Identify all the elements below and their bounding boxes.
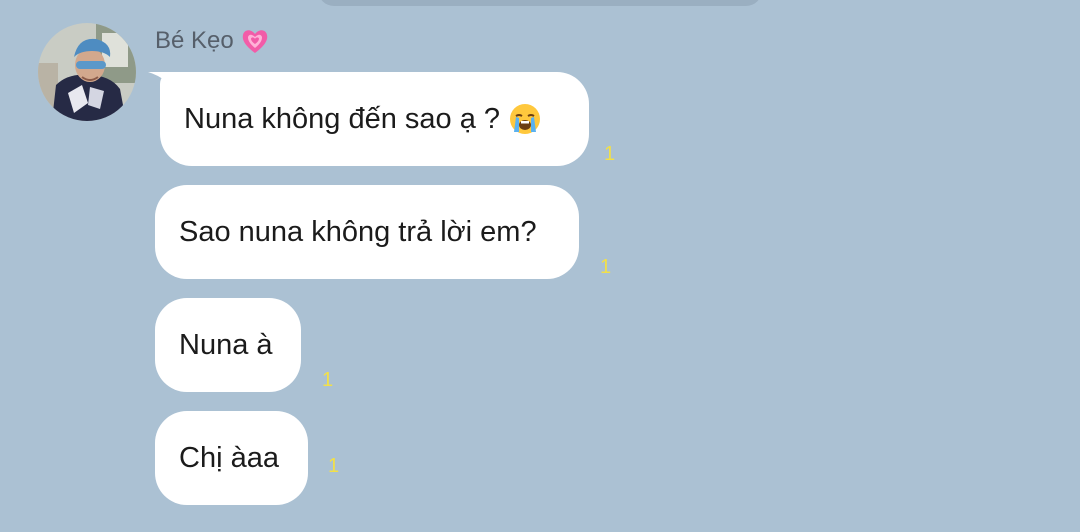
sender-name-row: Bé Kẹo [155, 26, 270, 56]
message-text: Chị àaa [179, 441, 279, 474]
message-text: Nuna không đến sao ạ ? [184, 102, 501, 135]
message-bubble[interactable]: Sao nuna không trả lời em? [155, 185, 579, 279]
sender-name: Bé Kẹo [155, 27, 234, 54]
avatar-photo [38, 23, 136, 121]
loudly-crying-face-icon [508, 102, 542, 136]
sender-avatar[interactable] [38, 23, 136, 121]
message-text: Sao nuna không trả lời em? [179, 215, 537, 248]
message-bubble[interactable]: Chị àaa [155, 411, 308, 505]
date-divider-pill [318, 0, 762, 6]
unread-count: 1 [600, 256, 612, 278]
unread-count: 1 [322, 369, 334, 391]
message-bubble[interactable]: Nuna à [155, 298, 301, 392]
unread-count: 1 [604, 143, 616, 165]
growing-heart-icon [240, 26, 270, 56]
message-text: Nuna à [179, 328, 273, 361]
message-bubble[interactable]: Nuna không đến sao ạ ? [160, 72, 589, 166]
unread-count: 1 [328, 455, 340, 477]
